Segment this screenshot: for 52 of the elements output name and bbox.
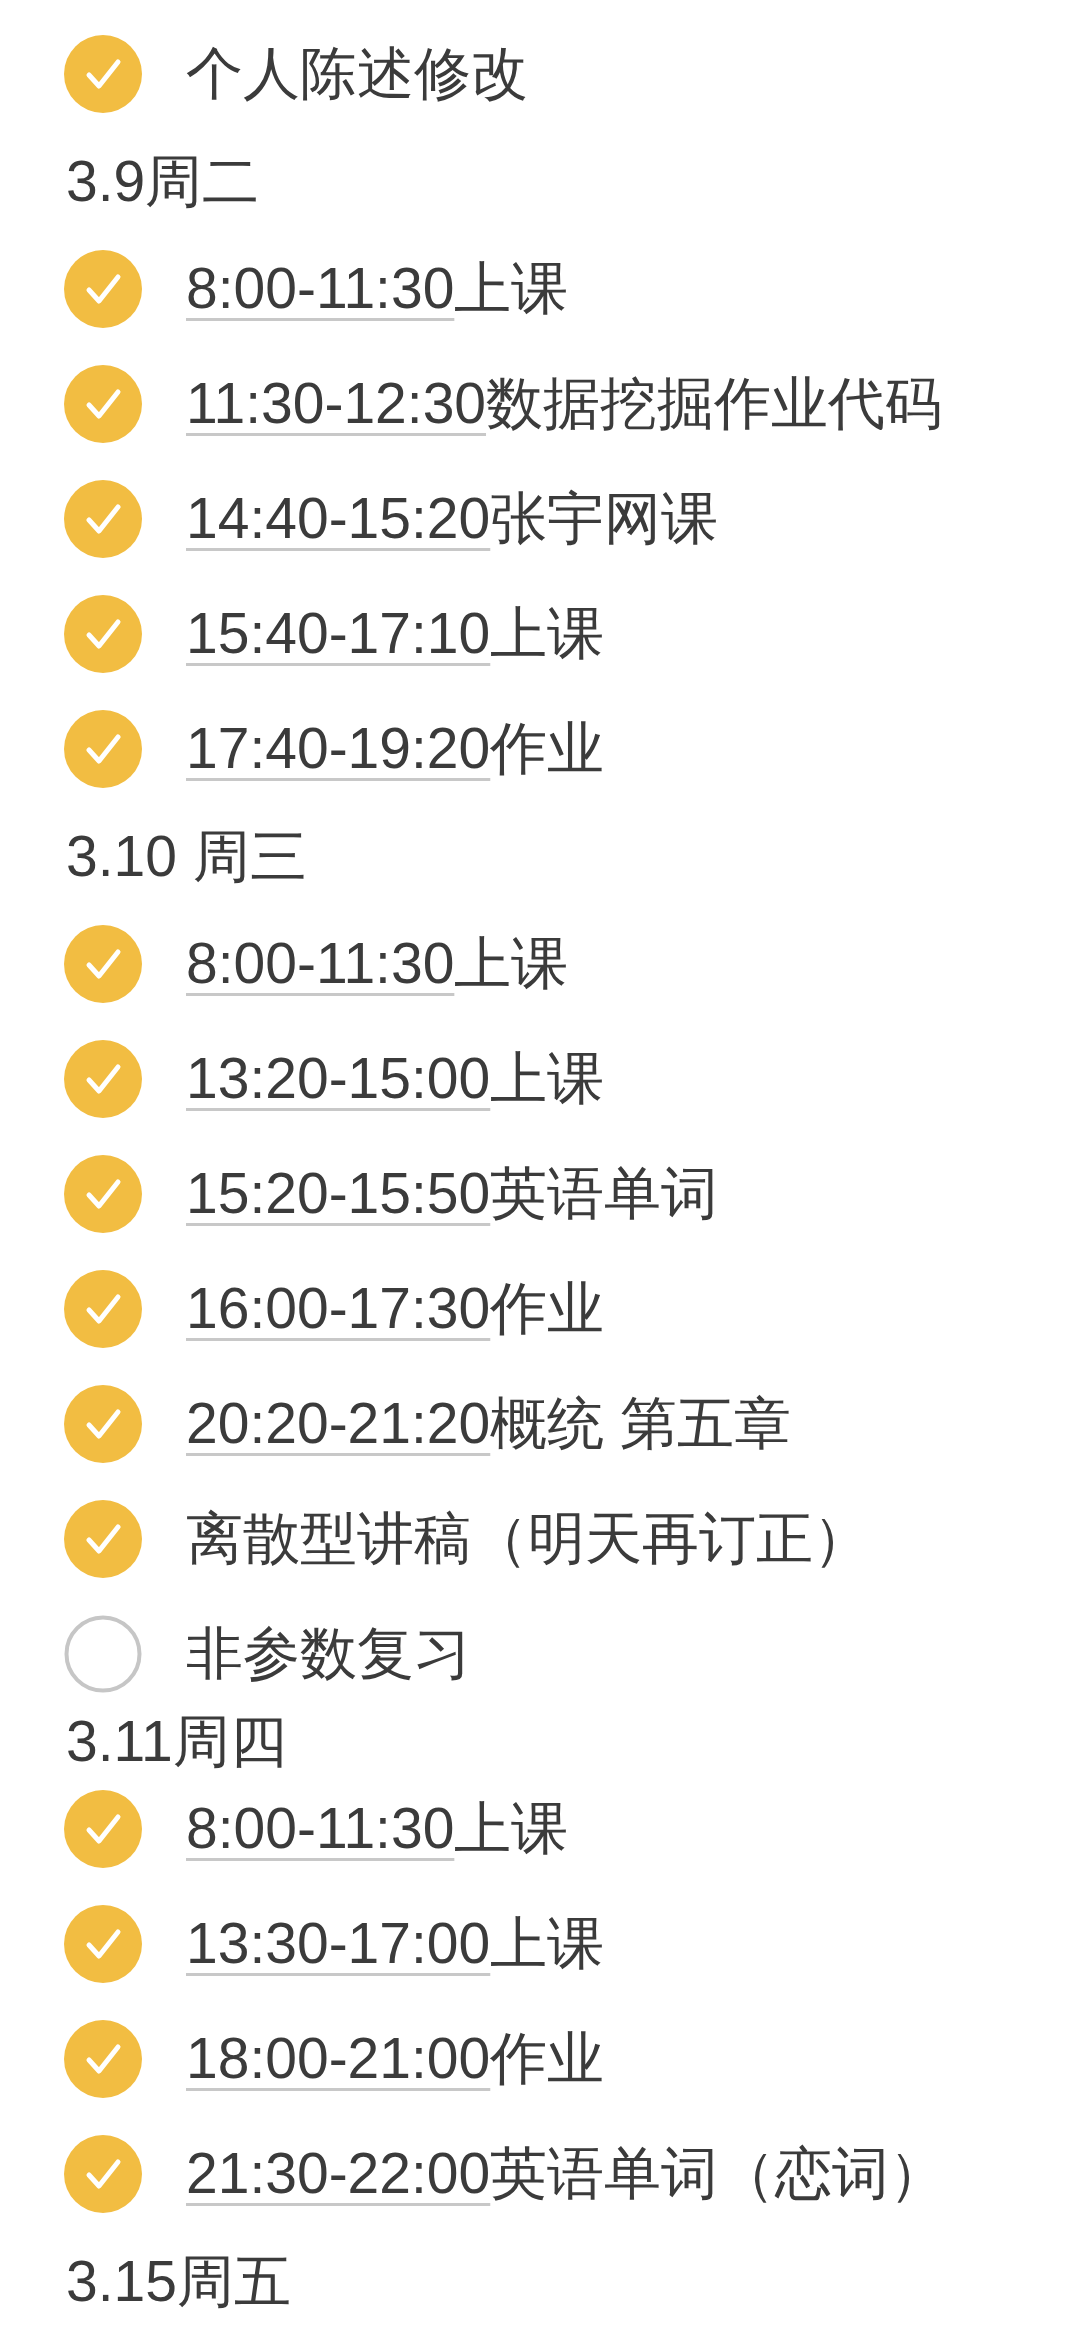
checkbox[interactable]: [64, 479, 142, 558]
time-link[interactable]: 15:20-15:50: [186, 1161, 491, 1226]
checkbox[interactable]: [64, 249, 142, 328]
task-text: 个人陈述修改: [186, 40, 528, 108]
time-link[interactable]: 16:00-17:30: [186, 1276, 491, 1341]
task-text: 18:00-21:00作业: [186, 2025, 605, 2093]
checkbox[interactable]: [64, 1154, 142, 1233]
task-text: 21:30-22:00英语单词（恋词）: [186, 2140, 947, 2208]
checkbox[interactable]: [64, 364, 142, 443]
checkbox[interactable]: [64, 1614, 142, 1693]
time-link[interactable]: 13:30-17:00: [186, 1911, 491, 1976]
checkbox[interactable]: [64, 594, 142, 673]
task-text: 15:20-15:50英语单词: [186, 1160, 719, 1228]
checkbox[interactable]: [64, 709, 142, 788]
checkbox[interactable]: [64, 2019, 142, 2098]
time-link[interactable]: 15:40-17:10: [186, 601, 491, 666]
time-link[interactable]: 13:20-15:00: [186, 1046, 491, 1111]
checkbox[interactable]: [64, 1384, 142, 1463]
checkbox[interactable]: [64, 1269, 142, 1348]
checkbox[interactable]: [64, 34, 142, 113]
time-link[interactable]: 8:00-11:30: [186, 1796, 455, 1861]
task-text: 14:40-15:20张宇网课: [186, 485, 719, 553]
task-text: 11:30-12:30数据挖掘作业代码: [186, 370, 943, 438]
time-link[interactable]: 8:00-11:30: [186, 931, 455, 996]
time-link[interactable]: 17:40-19:20: [186, 716, 491, 781]
checkbox[interactable]: [64, 1904, 142, 1983]
time-link[interactable]: 21:30-22:00: [186, 2141, 491, 2206]
time-link[interactable]: 20:20-21:20: [186, 1391, 491, 1456]
date-heading: 3.9周二: [66, 147, 260, 215]
task-text: 17:40-19:20作业: [186, 715, 605, 783]
task-text: 13:30-17:00上课: [186, 1910, 605, 1978]
time-link[interactable]: 18:00-21:00: [186, 2026, 491, 2091]
checkbox[interactable]: [64, 924, 142, 1003]
time-link[interactable]: 14:40-15:20: [186, 486, 491, 551]
checkbox[interactable]: [64, 1789, 142, 1868]
task-text: 8:00-11:30上课: [186, 255, 569, 323]
task-text: 离散型讲稿（明天再订正）: [186, 1505, 870, 1573]
task-text: 20:20-21:20概统 第五章: [186, 1390, 792, 1458]
task-text: 15:40-17:10上课: [186, 600, 605, 668]
checkbox[interactable]: [64, 1039, 142, 1118]
date-heading: 3.15周五: [66, 2247, 291, 2315]
date-heading: 3.11周四: [66, 1707, 287, 1775]
task-text: 8:00-11:30上课: [186, 1795, 569, 1863]
checkbox[interactable]: [64, 2134, 142, 2213]
checkbox[interactable]: [64, 1499, 142, 1578]
task-text: 16:00-17:30作业: [186, 1275, 605, 1343]
time-link[interactable]: 11:30-12:30: [186, 371, 487, 436]
task-text: 非参数复习: [186, 1620, 471, 1688]
date-heading: 3.10 周三: [66, 822, 307, 890]
task-text: 13:20-15:00上课: [186, 1045, 605, 1113]
time-link[interactable]: 8:00-11:30: [186, 256, 455, 321]
task-text: 8:00-11:30上课: [186, 930, 569, 998]
